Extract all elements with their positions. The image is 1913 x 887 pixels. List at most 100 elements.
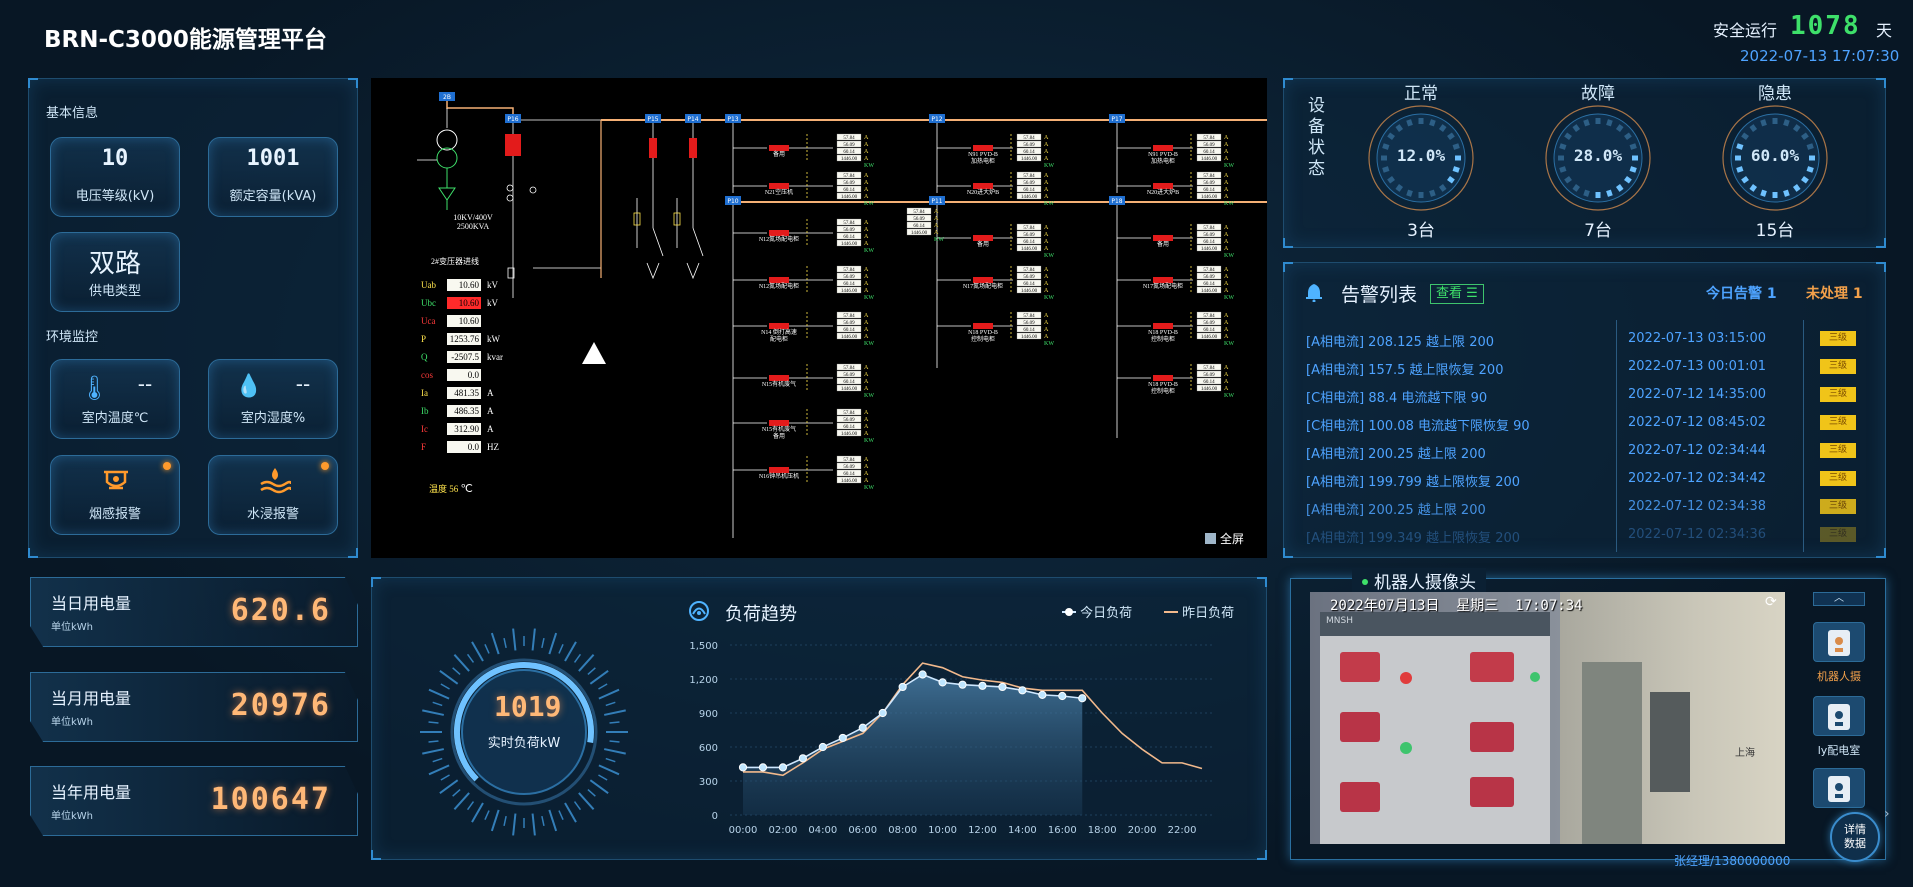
diagram-text: A [1224,281,1229,287]
humidity-card: 💧 -- 室内湿度% [208,359,338,439]
series-today-point [858,723,867,732]
alarm-row[interactable]: [A相电流] 199.799 越上限恢复 200 2022-07-12 02:34… [1306,471,1866,495]
meter-box-value: 60.14 [843,235,855,240]
monthly-energy-unit: 单位kWh [51,717,94,728]
series-today-point [1058,691,1067,701]
unhandled-alarm-count: 1 [1852,286,1863,302]
ring-segment [1559,166,1567,173]
refresh-icon[interactable]: ⟳ [1765,594,1777,610]
meter-name: P [421,334,427,344]
meter-box-value: 57.84 [843,366,855,371]
ring-segment [1615,184,1624,192]
diagram-text: A [1044,225,1049,231]
diagram-text: KW [1224,201,1234,207]
alarm-row[interactable]: [C相电流] 100.08 电流越下限恢复 90 2022-07-12 08:45… [1306,415,1866,439]
diagram-text: 控制电柜 [1151,335,1175,343]
pointer-triangle-icon [582,342,606,364]
robot-camera-title: 机器人摄像头 [1374,573,1476,593]
chevron-right-icon[interactable]: › [1884,806,1890,822]
meter-box-value: 56.09 [843,418,855,423]
series-today-point [878,708,887,718]
diagram-text: A [1044,187,1049,193]
legend-yesterday[interactable]: 昨日负荷 [1164,602,1234,621]
camera-feed[interactable]: MNSH 上海 2022年07月13日 星期三 17:07:34 ⟳ [1310,592,1785,844]
tx-winding [436,147,458,169]
meter-box-value: 57.84 [1023,314,1035,319]
diagram-text: 控制电柜 [971,335,995,343]
alarm-row[interactable]: [A相电流] 208.125 越上限 200 2022-07-13 03:15:0… [1306,331,1866,355]
x-tick-label: 18:00 [1088,825,1117,836]
today-alarm-summary[interactable]: 今日告警 1 [1706,283,1777,303]
meter-box-value: 1446.00 [1021,335,1038,340]
meter-unit: kW [487,334,500,344]
ct [506,194,514,202]
ring-segment [1395,184,1404,192]
ring-segment [1606,119,1613,127]
gauge-tick [604,709,626,716]
meter-box-value: 56.09 [1023,275,1035,280]
transformer-label: 2#变压器进线 [431,257,479,266]
gauge-tick [503,637,507,649]
alarm-row[interactable]: [A相电流] 157.5 越上限恢复 200 2022-07-13 00:01:0… [1306,359,1866,383]
diagram-text: A [1224,142,1229,148]
meter-box-value: 56.09 [1023,321,1035,326]
diagram-text: N14 倒打高速 [761,328,797,336]
monthly-energy-card: 当月用电量 单位kWh 20976 [30,672,358,742]
ring-segment [1382,166,1390,173]
diagram-text: N91 PVD-B [968,152,998,158]
camera-item-3[interactable] [1813,768,1865,808]
diagram-text: A [864,327,869,333]
fullscreen-button[interactable]: 全屏 [1205,530,1244,547]
meter-row: Ubc 10.60 kV [421,297,541,312]
diagram-text: A [1224,232,1229,238]
camera-list-up-button[interactable]: ︿ [1813,592,1865,606]
voltage-card: 10 电压等级(kV) [50,137,180,217]
camera-item-ly[interactable] [1813,696,1865,736]
gauge-tick [531,813,536,836]
meter-box-value: 1446.00 [1201,289,1218,294]
meter-box-value: 56.09 [843,181,855,186]
legend-today-swatch [1062,608,1076,616]
alarm-row[interactable]: [A相电流] 200.25 越上限 200 2022-07-12 02:34:38… [1306,499,1866,523]
diagram-text: A [1044,180,1049,186]
unhandled-alarm-summary[interactable]: 未处理 1 [1806,283,1863,303]
diagram-text: A [864,156,869,162]
ring-segment [1583,189,1590,197]
diagram-text: KW [934,237,944,243]
alarm-row[interactable]: [A相电流] 200.25 越上限 200 2022-07-12 02:34:44… [1306,443,1866,467]
diagram-text: A [1224,180,1229,186]
meter-box-value: 56.09 [843,373,855,378]
camera-item-robot[interactable] [1813,622,1865,662]
diagram-text: A [1044,173,1049,179]
meter-name: Ia [421,388,428,398]
alarm-view-button[interactable]: 查看 ☰ [1430,284,1484,304]
meter-row: Uca 10.60 [421,315,541,330]
ring-segment [1429,189,1436,197]
gauge-tick [428,721,439,724]
meter-box-value: 60.14 [1203,150,1215,155]
detail-data-button[interactable]: 详情 数据 [1830,812,1880,862]
alarm-row[interactable]: [C相电流] 88.4 电流越下限 90 2022-07-12 14:35:00 三… [1306,387,1866,411]
meter-box-value: 1446.00 [841,289,858,294]
legend-today[interactable]: 今日负荷 [1062,602,1132,621]
meter-box-value: 56.09 [1203,321,1215,326]
meter-unit: kvar [487,352,503,362]
meter-box-value: 56.09 [843,143,855,148]
fullscreen-label: 全屏 [1220,532,1245,546]
water-alarm-indicator [321,462,329,470]
humidity-label: 室内湿度% [240,411,306,426]
alarm-row[interactable]: [A相电流] 199.349 越上限恢复 200 2022-07-12 02:34… [1306,527,1866,551]
incoming-line [446,101,514,114]
diagram-text: A [1224,327,1229,333]
x-tick-label: 22:00 [1168,825,1197,836]
list-icon: ☰ [1466,286,1478,301]
meter-box-value: 56.09 [1203,143,1215,148]
alarm-view-label: 查看 [1436,286,1463,301]
smoke-alarm-card[interactable]: 烟感报警 [50,455,180,535]
series-today-point [778,763,788,772]
diagram-text: A [1044,135,1049,141]
alarm-time: 2022-07-12 02:34:42 [1628,471,1767,486]
meter-unit: A [487,406,494,416]
water-alarm-card[interactable]: 水浸报警 [208,455,338,535]
meter-box-value: 60.14 [1023,240,1035,245]
